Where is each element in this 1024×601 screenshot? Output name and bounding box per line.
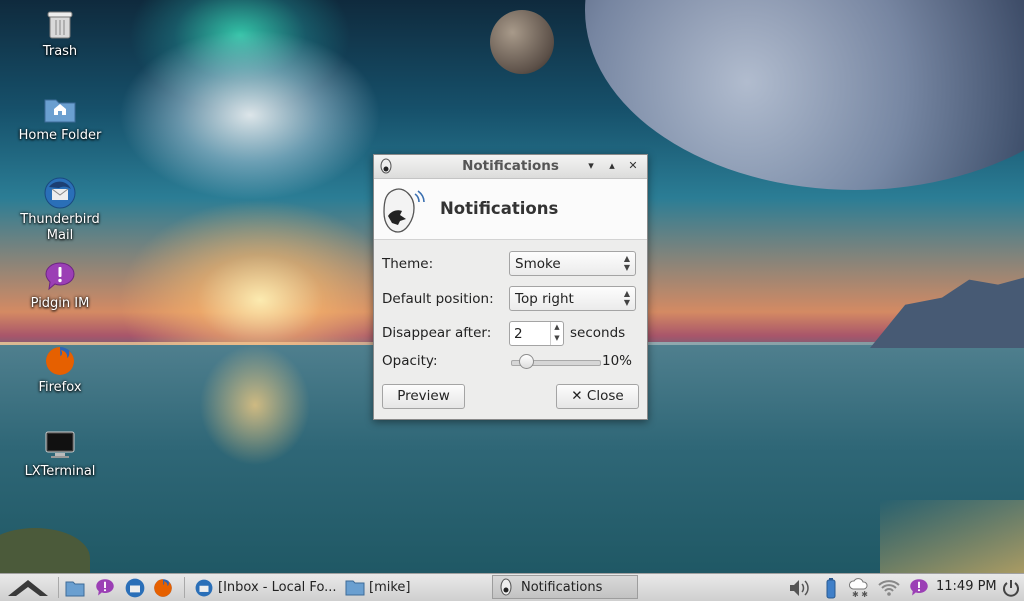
thunderbird-icon (43, 176, 77, 210)
updown-arrow-icon: ▲ ▼ (623, 254, 630, 272)
theme-select-value: Smoke (515, 256, 561, 272)
desktop-icon-pidgin[interactable]: Pidgin IM (5, 260, 115, 312)
desktop-icon-trash[interactable]: Trash (5, 8, 115, 60)
desktop-icon-label: Thunderbird Mail (20, 212, 100, 243)
close-icon: ✕ (571, 388, 583, 404)
preview-button[interactable]: Preview (382, 384, 465, 409)
desktop-icon-label: Home Folder (18, 128, 102, 143)
pidgin-icon (43, 260, 77, 294)
desktop-icon-thunderbird[interactable]: Thunderbird Mail (5, 176, 115, 244)
window-menu-button[interactable]: ▾ (583, 158, 599, 174)
firefox-icon (43, 344, 77, 378)
taskbar-window-folder[interactable]: [mike] (345, 576, 410, 599)
theme-select[interactable]: Smoke ▲ ▼ (509, 251, 636, 276)
taskbar-window-label: [Inbox - Local Fo... (218, 580, 337, 595)
disappear-label: Disappear after: (382, 325, 492, 341)
preview-button-label: Preview (397, 388, 450, 404)
folder-icon (345, 578, 365, 598)
wifi-icon[interactable] (878, 577, 900, 599)
desktop-icon-home-folder[interactable]: Home Folder (5, 92, 115, 144)
dialog-heading: Notifications (440, 199, 559, 218)
home-folder-icon (43, 92, 77, 126)
desktop-icon-label: Trash (42, 44, 78, 59)
volume-icon[interactable] (788, 577, 810, 599)
battery-icon[interactable] (820, 577, 842, 599)
position-select-value: Top right (515, 291, 574, 307)
disappear-unit: seconds (570, 325, 626, 341)
close-button[interactable]: ✕ Close (556, 384, 639, 409)
position-label: Default position: (382, 291, 494, 307)
maximize-button[interactable]: ▴ (604, 158, 620, 174)
firefox-launcher-icon[interactable] (152, 577, 174, 599)
terminal-icon (43, 428, 77, 462)
taskbar-window-label: Notifications (521, 579, 603, 595)
trash-icon (43, 8, 77, 42)
power-icon[interactable] (1000, 577, 1022, 599)
updown-arrow-icon: ▲ ▼ (623, 289, 630, 307)
file-manager-launcher-icon[interactable] (64, 577, 86, 599)
close-window-button[interactable]: ✕ (625, 158, 641, 174)
dialog-header: Notifications (374, 179, 647, 240)
theme-label: Theme: (382, 256, 434, 272)
close-button-label: Close (586, 388, 624, 404)
notification-bell-icon (380, 186, 426, 234)
pidgin-tray-icon[interactable] (908, 577, 930, 599)
dialog-titlebar[interactable]: Notifications ▾ ▴ ✕ (374, 155, 647, 179)
opacity-label: Opacity: (382, 353, 438, 369)
weather-snow-icon[interactable]: ✱ ✱ (848, 577, 870, 599)
taskbar-window-notifications[interactable]: Notifications (492, 575, 638, 599)
disappear-spinbox[interactable]: 2 ▲ ▼ (509, 321, 564, 346)
desktop-icon-lxterminal[interactable]: LXTerminal (5, 428, 115, 480)
thunderbird-icon (194, 578, 214, 598)
thunderbird-launcher-icon[interactable] (124, 577, 146, 599)
opacity-value: 10% (602, 353, 633, 369)
disappear-value: 2 (514, 326, 523, 342)
spin-arrows-icon[interactable]: ▲ ▼ (550, 322, 563, 345)
notifications-dialog: Notifications ▾ ▴ ✕ Notifications Theme:… (373, 154, 648, 420)
pidgin-launcher-icon[interactable] (94, 577, 116, 599)
desktop-icon-label: Firefox (38, 380, 82, 395)
position-select[interactable]: Top right ▲ ▼ (509, 286, 636, 311)
desktop-icon-label: Pidgin IM (30, 296, 90, 311)
clock[interactable]: 11:49 PM (936, 579, 997, 594)
opacity-slider-handle[interactable] (518, 354, 534, 369)
taskbar: [Inbox - Local Fo... [mike] Notification… (0, 573, 1024, 601)
start-menu-button[interactable] (4, 577, 52, 599)
desktop-icon-label: LXTerminal (24, 464, 96, 479)
svg-text:✱ ✱: ✱ ✱ (852, 590, 868, 599)
desktop-icon-firefox[interactable]: Firefox (5, 344, 115, 396)
taskbar-window-label: [mike] (369, 580, 411, 595)
taskbar-window-thunderbird[interactable]: [Inbox - Local Fo... (194, 576, 337, 599)
notification-app-icon (497, 577, 517, 597)
